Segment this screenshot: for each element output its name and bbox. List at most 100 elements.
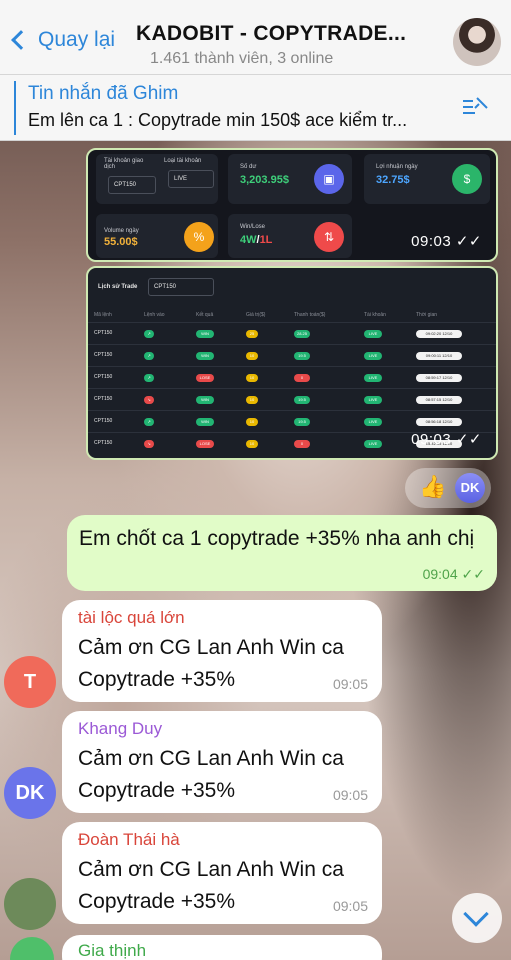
chat-title[interactable]: KADOBIT - COPYTRADE...: [136, 22, 406, 46]
table-row: CPT150 ↗ WIN 10 19.5 LIVE 08:56:18 12/10: [88, 410, 496, 432]
table-row: CPT150 ↘ WIN 10 19.5 LIVE 08:57:15 12/10: [88, 388, 496, 410]
avatar[interactable]: DK: [4, 767, 56, 819]
balance-card: Số dư 3,203.95$ ▣: [228, 154, 352, 204]
trade-code: CPT150: [94, 374, 113, 380]
column-header: Mã lệnh: [94, 312, 112, 318]
message-text: Cảm ơn CG Lan Anh Win ca Copytrade +35%: [78, 636, 344, 691]
chat-header: Quay lại KADOBIT - COPYTRADE... 1.461 th…: [0, 0, 511, 75]
pinned-text: Em lên ca 1 : Copytrade min 150$ ace kiể…: [28, 110, 408, 130]
account-select: CPT150: [108, 176, 156, 194]
scroll-down-button[interactable]: [452, 893, 502, 943]
incoming-message[interactable]: Gia thịnh: [62, 935, 382, 960]
pinned-title: Tin nhắn đã Ghim: [28, 83, 179, 104]
result-badge: WIN: [196, 418, 214, 426]
avatar[interactable]: T: [4, 656, 56, 708]
swap-icon: ⇅: [314, 222, 344, 252]
message-time: 09:03 ✓✓: [411, 431, 482, 448]
message-time: 09:04 ✓✓: [422, 566, 485, 582]
payout-badge: 19.5: [294, 418, 310, 426]
money-icon: $: [452, 164, 482, 194]
account-label: Tài khoản giao dịch: [104, 158, 144, 170]
winloss-label: Win/Lose: [240, 224, 266, 230]
loss-value: 1L: [259, 234, 273, 246]
history-select: CPT150: [148, 278, 214, 296]
account-badge: LIVE: [364, 330, 382, 338]
account-badge: LIVE: [364, 374, 382, 382]
avatar[interactable]: [4, 878, 56, 930]
arrow-down-icon: ↘: [144, 396, 154, 404]
thumbs-up-icon: 👍: [419, 474, 447, 499]
result-badge: WIN: [196, 330, 214, 338]
payout-badge: 19.5: [294, 352, 310, 360]
arrow-up-icon: ↗: [144, 374, 154, 382]
sender-name: Đoàn Thái hà: [78, 830, 180, 849]
payout-badge: 0: [294, 440, 310, 448]
column-header: Tài khoản: [364, 312, 386, 318]
trade-code: CPT150: [94, 440, 113, 446]
reaction-avatar: DK: [455, 473, 485, 503]
incoming-message[interactable]: tài lộc quá lớn Cảm ơn CG Lan Anh Win ca …: [62, 600, 382, 702]
balance-value: 3,203.95$: [240, 174, 289, 186]
profit-label: Lợi nhuận ngày: [376, 164, 418, 170]
pinned-indicator: [14, 81, 16, 135]
column-header: Kết quả: [196, 312, 214, 318]
account-badge: LIVE: [364, 418, 382, 426]
member-count: 1.461 thành viên, 3 online: [150, 50, 334, 67]
time-badge: 08:57:15 12/10: [416, 396, 462, 404]
column-header: Thanh toán($): [294, 312, 326, 318]
account-badge: LIVE: [364, 396, 382, 404]
trade-code: CPT150: [94, 418, 113, 424]
volume-label: Volume ngày: [104, 228, 139, 234]
time-badge: 08:56:18 12/10: [416, 418, 462, 426]
result-badge: LOSE: [196, 440, 214, 448]
arrow-up-icon: ↗: [144, 352, 154, 360]
win-value: 4W: [240, 234, 257, 246]
amount-badge: 10: [246, 396, 258, 404]
result-badge: WIN: [196, 396, 214, 404]
amount-badge: 10: [246, 374, 258, 382]
trade-code: CPT150: [94, 330, 113, 336]
volume-icon: %: [184, 222, 214, 252]
amount-badge: 10: [246, 440, 258, 448]
volume-card: Volume ngày 55.00$ %: [96, 214, 218, 258]
incoming-message[interactable]: Khang Duy Cảm ơn CG Lan Anh Win ca Copytr…: [62, 711, 382, 813]
result-badge: WIN: [196, 352, 214, 360]
amount-badge: 10: [246, 352, 258, 360]
outgoing-message[interactable]: Em chốt ca 1 copytrade +35% nha anh chị …: [67, 515, 497, 591]
history-title: Lịch sử Trade: [98, 284, 138, 290]
pin-list-icon[interactable]: [461, 95, 489, 119]
account-badge: LIVE: [364, 352, 382, 360]
chevron-down-icon: [463, 901, 489, 927]
sender-name: tài lộc quá lớn: [78, 608, 185, 627]
message-time: 09:03 ✓✓: [411, 233, 482, 250]
arrow-down-icon: ↘: [144, 440, 154, 448]
sender-name: Khang Duy: [78, 719, 163, 738]
sender-name: Gia thịnh: [78, 941, 147, 960]
message-time: 09:05: [332, 898, 368, 914]
reaction-bar[interactable]: 👍 DK: [405, 468, 491, 508]
account-card: Tài khoản giao dịch CPT150 Loại tài khoả…: [96, 154, 218, 204]
column-header: Giá trị($): [246, 312, 266, 318]
table-row: CPT150 ↗ WIN 25 28.25 LIVE 09:02:20 12/10: [88, 322, 496, 344]
image-message-trade-history[interactable]: Lịch sử Trade CPT150 Mã lệnh Lệnh vào Kết …: [86, 266, 498, 460]
message-text: Em chốt ca 1 copytrade +35% nha anh chị: [79, 527, 475, 550]
group-avatar[interactable]: [453, 18, 501, 66]
account-badge: LIVE: [364, 440, 382, 448]
type-select: LIVE: [168, 170, 214, 188]
arrow-up-icon: ↗: [144, 418, 154, 426]
time-badge: 08:59:17 12/10: [416, 374, 462, 382]
incoming-message[interactable]: Đoàn Thái hà Cảm ơn CG Lan Anh Win ca Cop…: [62, 822, 382, 924]
back-label: Quay lại: [38, 28, 116, 51]
trade-code: CPT150: [94, 396, 113, 402]
winloss-card: Win/Lose 4W/1L ⇅: [228, 214, 352, 258]
table-row: CPT150 ↗ LOSE 10 0 LIVE 08:59:17 12/10: [88, 366, 496, 388]
image-message-dashboard[interactable]: Tài khoản giao dịch CPT150 Loại tài khoả…: [86, 148, 498, 262]
table-row: CPT150 ↗ WIN 10 19.5 LIVE 09:00:11 12/10: [88, 344, 496, 366]
arrow-up-icon: ↗: [144, 330, 154, 338]
back-button[interactable]: Quay lại: [8, 28, 115, 52]
message-text: Cảm ơn CG Lan Anh Win ca Copytrade +35%: [78, 747, 344, 802]
message-text: Cảm ơn CG Lan Anh Win ca Copytrade +35%: [78, 858, 344, 913]
time-badge: 09:02:20 12/10: [416, 330, 462, 338]
pinned-message-bar[interactable]: Tin nhắn đã Ghim Em lên ca 1 : Copytrade…: [0, 75, 511, 141]
column-header: Lệnh vào: [144, 312, 165, 318]
